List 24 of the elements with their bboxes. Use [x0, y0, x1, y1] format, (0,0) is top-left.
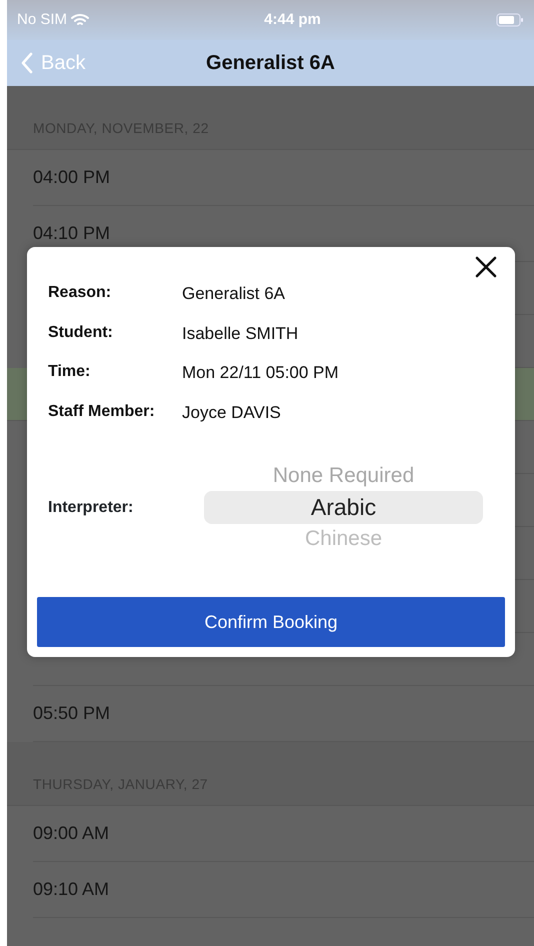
- time-slot[interactable]: 05:50 PM: [33, 700, 110, 727]
- detail-label: Reason:: [48, 283, 112, 303]
- confirm-booking-button[interactable]: Confirm Booking: [37, 597, 505, 647]
- detail-value: Joyce DAVIS: [182, 402, 282, 424]
- detail-label: Student:: [48, 322, 114, 342]
- detail-value: Generalist 6A: [182, 283, 286, 305]
- carrier-name: No SIM: [17, 10, 68, 30]
- time-slot[interactable]: 09:00 AM: [33, 820, 110, 847]
- time-slot[interactable]: 04:00 PM: [33, 164, 110, 191]
- screen-title: Generalist 6A: [206, 52, 335, 74]
- picker-option[interactable]: Arabic: [204, 491, 483, 524]
- detail-value: Mon 22/11 05:00 PM: [182, 362, 340, 384]
- wifi-icon: [71, 13, 90, 27]
- battery-icon: [496, 13, 524, 27]
- detail-value: Isabelle SMITH: [182, 322, 300, 344]
- time-slot[interactable]: 04:10 PM: [33, 220, 110, 247]
- picker-option[interactable]: None Required: [204, 461, 483, 491]
- interpreter-label: Interpreter:: [48, 498, 134, 518]
- time-slot[interactable]: 09:10 AM: [33, 876, 110, 903]
- detail-label: Time:: [48, 362, 92, 382]
- clock-time: 4:44 pm: [264, 10, 321, 28]
- detail-label: Staff Member:: [48, 402, 156, 422]
- back-button[interactable]: Back: [7, 48, 86, 78]
- picker-option[interactable]: Chinese: [204, 524, 483, 554]
